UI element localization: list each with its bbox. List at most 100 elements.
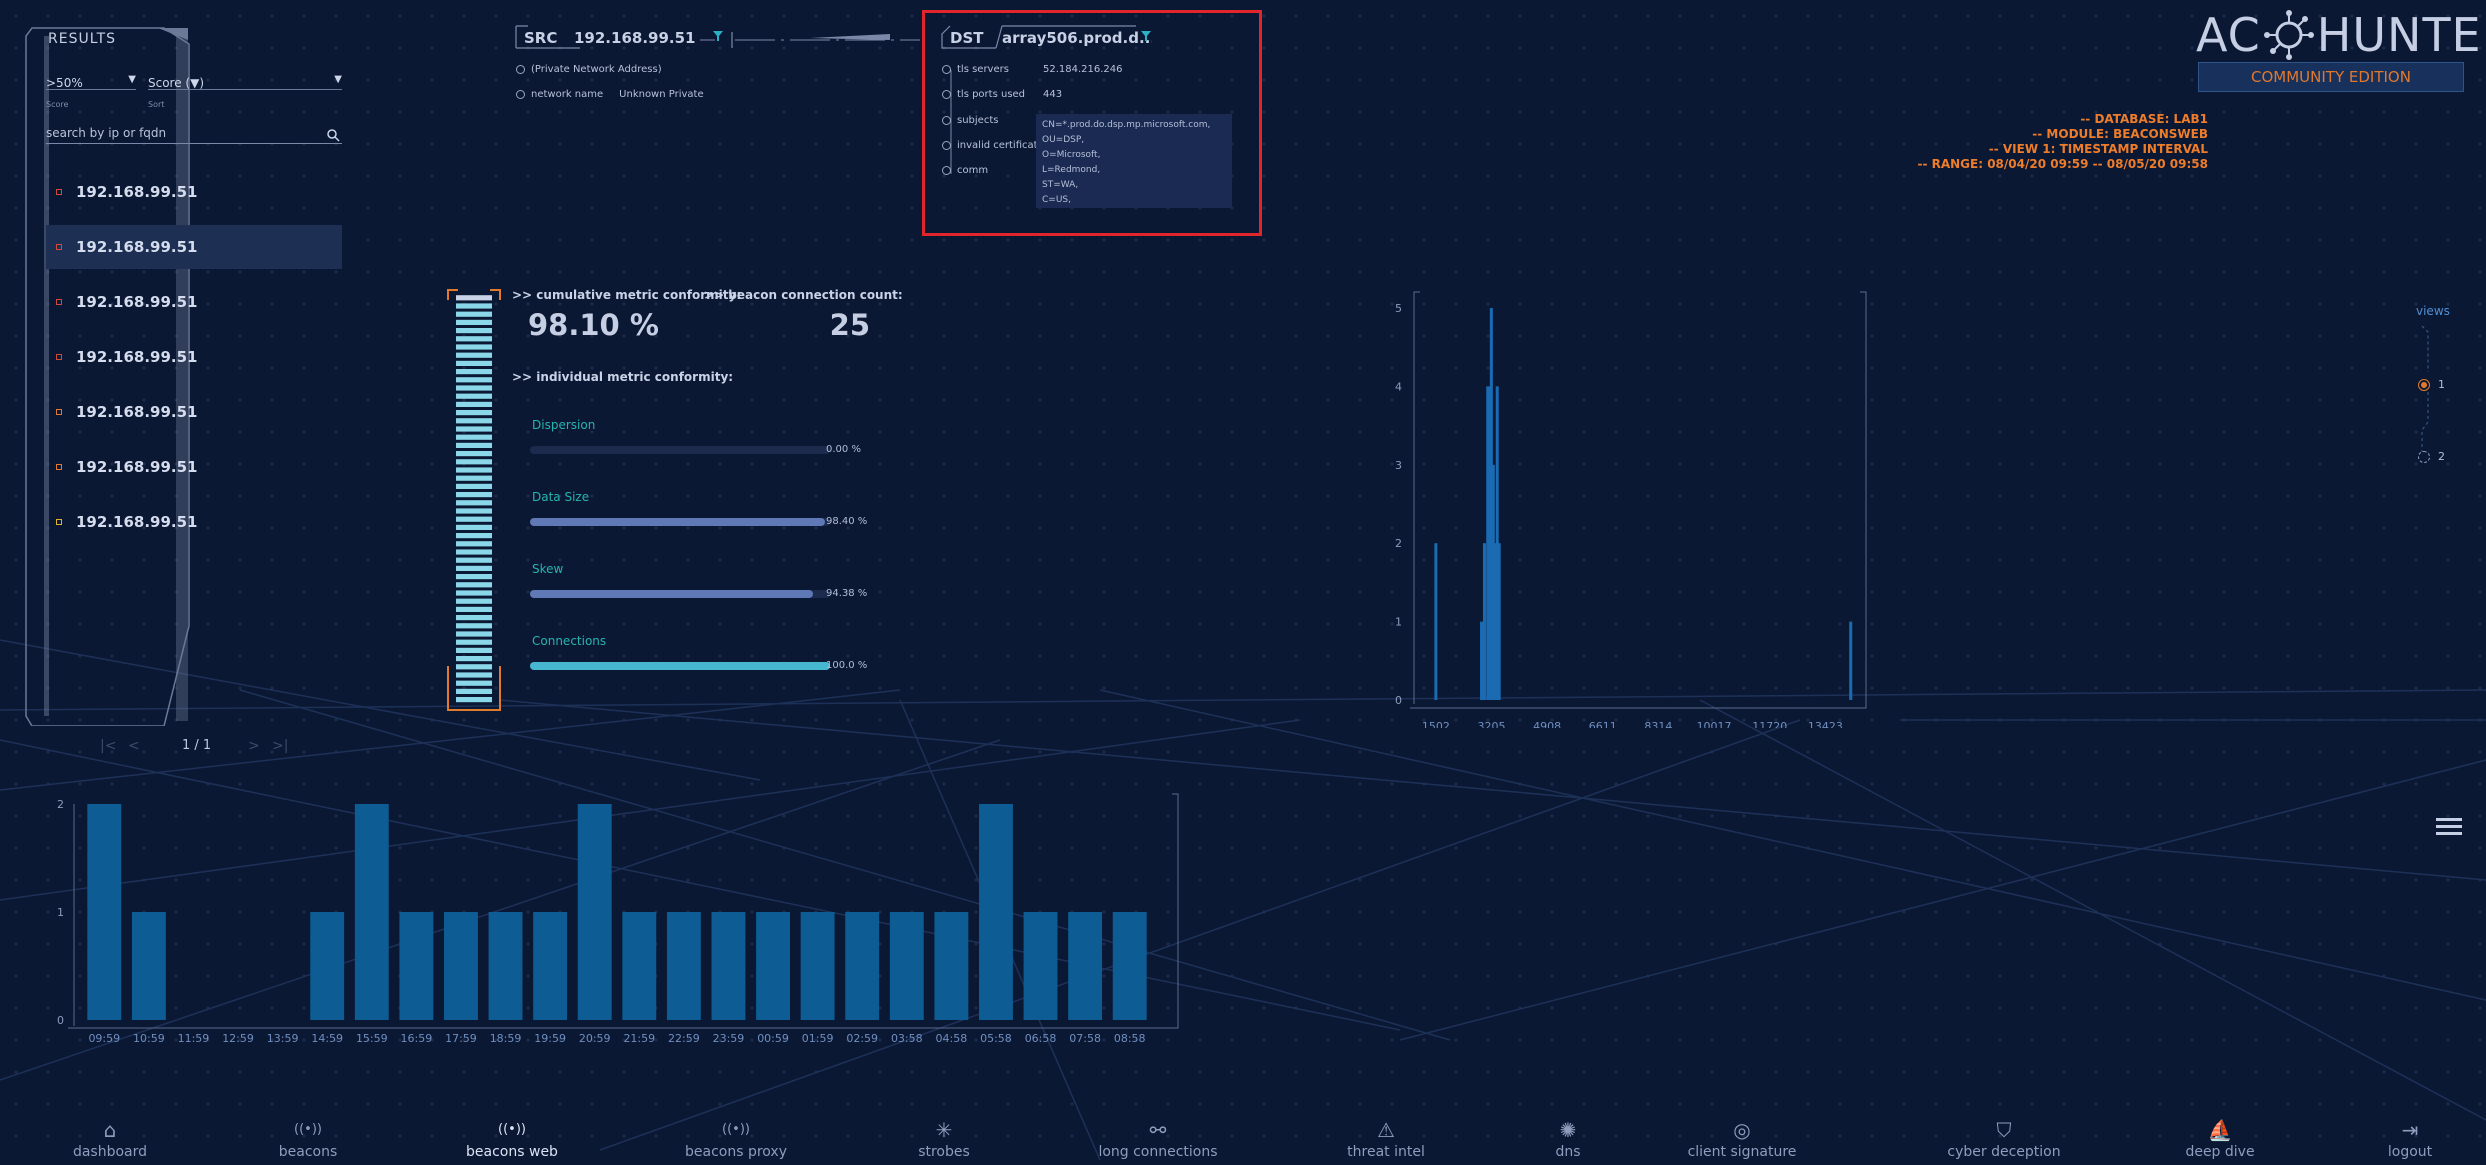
nav-threat-intel[interactable]: ⚠ threat intel <box>1306 1118 1466 1160</box>
nav-label: long connections <box>1098 1144 1218 1160</box>
result-item[interactable]: 192.168.99.51 <box>46 280 342 324</box>
timeline-xtick: 21:59 <box>623 1032 655 1044</box>
gauge-segment <box>456 344 492 350</box>
community-edition-badge: COMMUNITY EDITION <box>2198 62 2464 92</box>
cumulative-value: 98.10 % <box>528 308 659 342</box>
histogram-ytick: 4 <box>1395 380 1402 393</box>
result-item[interactable]: 192.168.99.51 <box>46 170 342 214</box>
src-private-row: (Private Network Address) <box>516 64 662 75</box>
gauge-segment <box>456 483 492 489</box>
timeline-xtick: 10:59 <box>133 1032 165 1044</box>
histogram-xtick: 8314 <box>1644 720 1672 728</box>
nav-label: dns <box>1555 1144 1581 1160</box>
prev-page-icon[interactable]: < <box>128 738 140 754</box>
histogram-bar <box>1849 621 1853 700</box>
timeline-bar <box>354 804 389 1020</box>
dive-icon: ⛵ <box>2207 1118 2233 1142</box>
plus-circle-icon[interactable] <box>516 90 525 99</box>
histogram-bar <box>1482 543 1486 700</box>
result-item[interactable]: 192.168.99.51 <box>46 225 342 269</box>
timeline-bar <box>622 912 657 1020</box>
metric-bar-track <box>530 518 830 526</box>
gauge-segment <box>456 680 492 686</box>
first-page-icon[interactable]: |< <box>100 738 116 754</box>
result-ip: 192.168.99.51 <box>76 293 198 311</box>
view-option-1[interactable]: 1 <box>2418 378 2445 391</box>
nav-strobes[interactable]: ✳ strobes <box>864 1118 1024 1160</box>
last-page-icon[interactable]: >| <box>272 738 288 754</box>
timeline-xtick: 17:59 <box>445 1032 477 1044</box>
gauge-segment <box>456 631 492 637</box>
timeline-xtick: 05:58 <box>980 1032 1012 1044</box>
nav-dashboard[interactable]: ⌂ dashboard <box>30 1118 190 1160</box>
gauge-segment <box>456 639 492 645</box>
nav-long-connections[interactable]: ⚯ long connections <box>1078 1118 1238 1160</box>
gauge-segment <box>456 623 492 629</box>
nav-label: logout <box>2387 1144 2433 1160</box>
connections-icon: ⚯ <box>1149 1118 1167 1142</box>
panel-corner-deco <box>158 28 188 40</box>
metric-bar-fill <box>530 518 826 526</box>
filter-icon[interactable] <box>712 30 724 42</box>
result-item[interactable]: 192.168.99.51 <box>46 390 342 434</box>
network-name-value: Unknown Private <box>619 89 704 100</box>
plus-circle-icon[interactable] <box>516 65 525 74</box>
timeline-bar <box>131 912 166 1020</box>
metric-name: Connections <box>532 634 607 648</box>
timeline-bar <box>488 912 523 1020</box>
pager: |< < 1 / 1 > >| <box>96 738 296 758</box>
search-icon[interactable] <box>326 128 340 142</box>
result-item[interactable]: 192.168.99.51 <box>46 445 342 489</box>
sort-select[interactable]: Score (▼) ▼ <box>148 72 342 90</box>
search-input[interactable] <box>46 122 342 144</box>
nav-beacons-web[interactable]: ((•)) beacons web <box>432 1118 592 1160</box>
gauge-segment <box>456 598 492 604</box>
dst-highlight-box <box>922 10 1262 236</box>
timeline-bar <box>533 912 568 1020</box>
timeline-bar <box>577 804 612 1020</box>
result-item[interactable]: 192.168.99.51 <box>46 335 342 379</box>
histogram-xtick: 3205 <box>1478 720 1506 728</box>
severity-dot-icon <box>56 464 62 470</box>
page-indicator: 1 / 1 <box>182 738 212 753</box>
gauge-segment <box>456 606 492 612</box>
result-ip: 192.168.99.51 <box>76 403 198 421</box>
nav-beacons[interactable]: ((•)) beacons <box>228 1118 388 1160</box>
results-title: RESULTS <box>48 31 117 47</box>
timeline-xtick: 15:59 <box>356 1032 388 1044</box>
timeline-bar <box>889 912 924 1020</box>
timeline-xtick: 02:59 <box>846 1032 878 1044</box>
nav-beacons-proxy[interactable]: ((•)) beacons proxy <box>656 1118 816 1160</box>
nav-cyber-deception[interactable]: ⛉ cyber deception <box>1924 1118 2084 1160</box>
nav-dns[interactable]: ✺ dns <box>1488 1118 1648 1160</box>
gauge-segment <box>456 664 492 670</box>
timeline-xtick: 07:58 <box>1069 1032 1101 1044</box>
gauge-segment <box>456 311 492 317</box>
histogram-axes <box>1410 291 1867 709</box>
menu-icon[interactable] <box>2436 818 2462 835</box>
network-name-label: network name <box>531 89 604 100</box>
timeline-xtick: 01:59 <box>802 1032 834 1044</box>
logo-text-right: HUNTER <box>2316 8 2486 62</box>
logo[interactable]: AC HUNTER <box>2196 8 2486 62</box>
nav-client-signature[interactable]: ◎ client signature <box>1662 1118 1822 1160</box>
histogram-ytick: 0 <box>1395 694 1402 707</box>
view-option-2[interactable]: 2 <box>2418 450 2445 463</box>
logout-icon: ⇥ <box>2401 1118 2419 1142</box>
individual-label: >> individual metric conformity: <box>512 370 734 384</box>
db-info-range: -- RANGE: 08/04/20 09:59 -- 08/05/20 09:… <box>1917 157 2208 171</box>
gauge-segment <box>456 377 492 383</box>
result-item[interactable]: 192.168.99.51 <box>46 500 342 544</box>
conformity-gauge <box>447 289 501 711</box>
score-filter-select[interactable]: >50% ▼ <box>46 72 136 90</box>
gauge-segment <box>456 467 492 473</box>
next-page-icon[interactable]: > <box>248 738 260 754</box>
count-label: >> beacon connection count: <box>704 288 903 302</box>
nav-logout[interactable]: ⇥ logout <box>2330 1118 2486 1160</box>
gauge-segment <box>456 426 492 432</box>
nav-deep-dive[interactable]: ⛵ deep dive <box>2140 1118 2300 1160</box>
gauge-segment <box>456 492 492 498</box>
severity-dot-icon <box>56 299 62 305</box>
interval-histogram: 0 1 2 3 4 5 1502 3205 4908 6611 8314 10017 11720 1342… <box>1395 291 1867 728</box>
gauge-segment <box>456 369 492 375</box>
